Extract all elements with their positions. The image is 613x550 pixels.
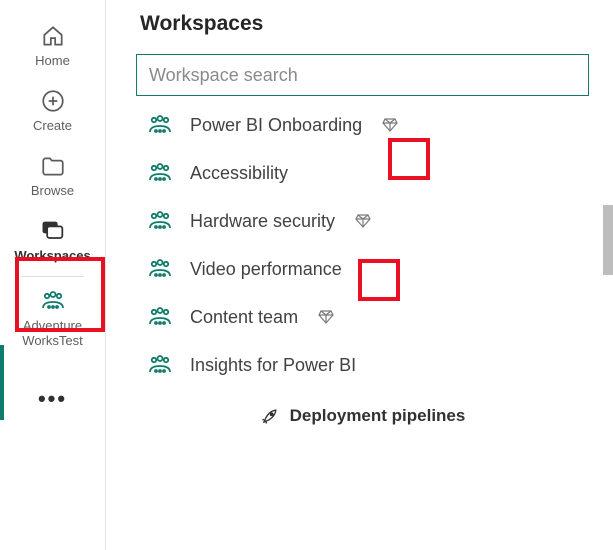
workspace-name: Insights for Power BI [190,355,356,376]
workspace-search-input[interactable] [136,54,589,96]
nav-active-indicator [0,345,4,420]
workspace-name: Hardware security [190,211,335,232]
workspace-name: Content team [190,307,298,328]
workspace-item[interactable]: Video performance [146,258,589,280]
nav-browse-label: Browse [31,184,74,199]
folder-icon [40,152,66,180]
scrollbar-thumb[interactable] [603,205,613,275]
workspaces-panel: Workspaces Power BI Onboarding [106,0,613,550]
rail-divider [21,276,84,277]
workspaces-icon [39,217,67,245]
nav-workspaces[interactable]: Workspaces [0,209,105,274]
workspace-item[interactable]: Power BI Onboarding [146,114,589,136]
people-icon [146,210,174,232]
nav-create[interactable]: Create [0,79,105,144]
workspace-name: Video performance [190,259,342,280]
workspace-list: Power BI Onboarding Accessibility [136,114,589,376]
workspace-name: Power BI Onboarding [190,115,362,136]
people-icon [39,287,67,315]
workspace-item[interactable]: Hardware security [146,210,589,232]
people-icon [146,162,174,184]
left-nav-rail: Home Create Browse [0,0,106,550]
plus-circle-icon [40,87,66,115]
nav-browse[interactable]: Browse [0,144,105,209]
home-icon [40,22,66,50]
workspace-item[interactable]: Insights for Power BI [146,354,589,376]
nav-adventure-label: Adventure WorksTest [22,319,82,349]
people-icon [146,306,174,328]
nav-more[interactable]: ••• [0,377,105,423]
rocket-icon [260,406,280,426]
ellipsis-icon: ••• [38,385,67,413]
workspace-item[interactable]: Accessibility [146,162,589,184]
nav-home[interactable]: Home [0,14,105,79]
people-icon [146,354,174,376]
people-icon [146,114,174,136]
people-icon [146,258,174,280]
nav-create-label: Create [33,119,72,134]
diamond-icon [318,310,334,324]
panel-title: Workspaces [140,12,589,36]
nav-workspaces-label: Workspaces [14,249,90,264]
diamond-icon [355,214,371,228]
deployment-pipelines-link[interactable]: Deployment pipelines [136,406,589,426]
nav-adventure-workstest[interactable]: Adventure WorksTest [0,285,105,359]
diamond-icon [382,118,398,132]
workspace-item[interactable]: Content team [146,306,589,328]
workspace-name: Accessibility [190,163,288,184]
deployment-pipelines-label: Deployment pipelines [290,406,466,426]
nav-home-label: Home [35,54,70,69]
